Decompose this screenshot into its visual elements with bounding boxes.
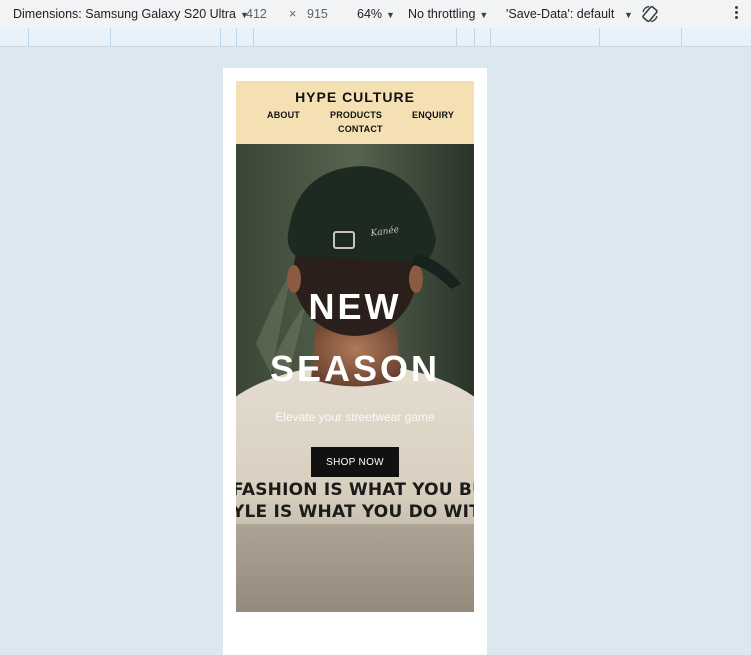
shirt-print-line2: YLE IS WHAT YOU DO WITH [236,502,474,522]
device-dimensions-label: Dimensions: Samsung Galaxy S20 Ultra [13,7,237,21]
width-input[interactable]: 412 [246,7,267,22]
caret-down-icon: ▼ [386,10,395,20]
nav-link-about[interactable]: ABOUT [267,110,300,120]
site-header: HYPE CULTURE ABOUT PRODUCTS ENQUIRY CONT… [236,81,474,144]
nav-link-enquiry[interactable]: ENQUIRY [412,110,454,120]
nav-link-contact[interactable]: CONTACT [338,124,383,134]
device-dimensions-select[interactable]: Dimensions: Samsung Galaxy S20 Ultra ▼ [13,7,249,23]
throttling-label: No throttling [408,7,476,21]
devtools-toolbar: Dimensions: Samsung Galaxy S20 Ultra ▼ 41… [0,0,751,29]
shirt-print-line1: FASHION IS WHAT YOU BUY [236,480,474,500]
hero-title-line2: SEASON [269,348,441,389]
nav-link-products[interactable]: PRODUCTS [330,110,382,120]
times-symbol: × [289,7,297,21]
save-data-label: 'Save-Data': default [506,7,615,21]
save-data-select[interactable]: ▼ [620,7,633,23]
shop-now-button[interactable]: SHOP NOW [311,447,399,477]
more-vert-icon[interactable] [735,6,739,21]
hero-subtitle: Elevate your streetwear game [275,410,435,424]
height-input[interactable]: 915 [307,7,328,22]
caret-down-icon: ▼ [624,10,633,20]
hero-title-line1: NEW [308,286,402,327]
zoom-select[interactable]: 64% ▼ [357,7,395,23]
throttling-select[interactable]: No throttling ▼ [408,7,488,23]
caret-down-icon: ▼ [479,10,489,20]
rotate-icon[interactable] [640,4,660,28]
media-query-ruler[interactable] [0,28,751,47]
hero-section: Kanée NEW SEASON Elevate your streetwear… [236,144,474,612]
zoom-label: 64% [357,7,383,21]
brand-logo[interactable]: HYPE CULTURE [236,89,474,105]
